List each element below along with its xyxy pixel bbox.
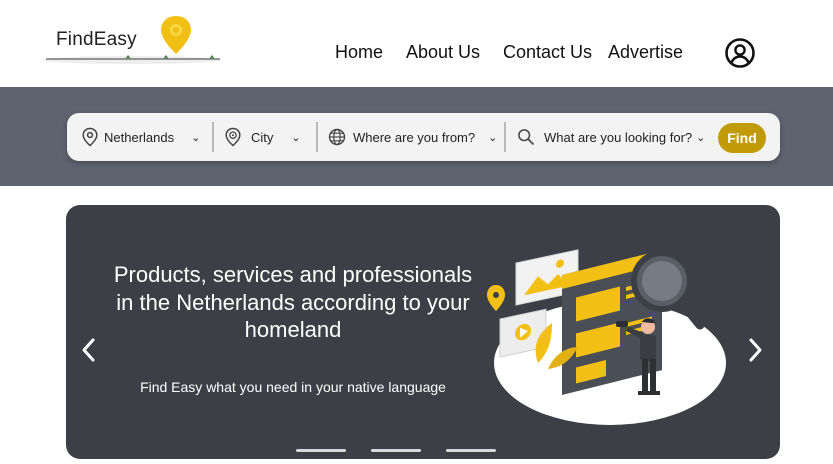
chevron-down-icon: ⌄ <box>191 131 201 144</box>
chevron-left-icon[interactable] <box>76 335 102 365</box>
divider <box>212 122 214 152</box>
map-pin-icon <box>161 16 191 54</box>
nav-contact-us[interactable]: Contact Us <box>503 42 592 63</box>
origin-select[interactable]: Where are you from? ⌄ <box>328 113 504 161</box>
origin-value: Where are you from? <box>353 129 476 145</box>
location-pin-icon <box>82 127 98 147</box>
carousel-dot-3[interactable] <box>446 449 496 452</box>
divider <box>504 122 506 152</box>
search-icon <box>518 129 535 146</box>
hero-title: Products, services and professionals in … <box>113 262 473 342</box>
chevron-down-icon: ⌄ <box>291 131 301 144</box>
search-band: Netherlands ⌄ City ⌄ Where are you from?… <box>0 87 833 186</box>
search-placeholder: What are you looking for? <box>544 129 693 145</box>
divider <box>316 122 318 152</box>
carousel-indicators <box>66 449 780 453</box>
chevron-down-icon: ⌄ <box>696 131 706 144</box>
chevron-right-icon[interactable] <box>742 335 768 365</box>
carousel-dot-2[interactable] <box>371 449 421 452</box>
nav-home[interactable]: Home <box>335 42 383 63</box>
logo[interactable]: FindEasy <box>40 14 225 70</box>
chevron-down-icon: ⌄ <box>488 131 498 144</box>
logo-ground-line <box>42 54 222 64</box>
hero-subtitle: Find Easy what you need in your native l… <box>140 379 446 395</box>
user-circle-icon[interactable] <box>724 37 756 69</box>
carousel-dot-1[interactable] <box>296 449 346 452</box>
logo-text: FindEasy <box>56 29 137 50</box>
site-header: FindEasy Home About Us Contact Us Advert… <box>0 0 833 87</box>
globe-icon <box>328 128 346 146</box>
search-bar: Netherlands ⌄ City ⌄ Where are you from?… <box>67 113 780 161</box>
search-input[interactable]: What are you looking for? ⌄ <box>517 113 707 161</box>
search-illustration <box>487 249 726 425</box>
city-select[interactable]: City ⌄ <box>224 113 316 161</box>
nav-advertise[interactable]: Advertise <box>608 42 683 63</box>
country-value: Netherlands <box>104 129 175 145</box>
target-pin-icon <box>225 127 241 147</box>
country-select[interactable]: Netherlands ⌄ <box>81 113 213 161</box>
find-button[interactable]: Find <box>718 123 766 153</box>
city-value: City <box>251 129 274 145</box>
hero-carousel: Products, services and professionals in … <box>66 205 780 459</box>
nav-about-us[interactable]: About Us <box>406 42 480 63</box>
